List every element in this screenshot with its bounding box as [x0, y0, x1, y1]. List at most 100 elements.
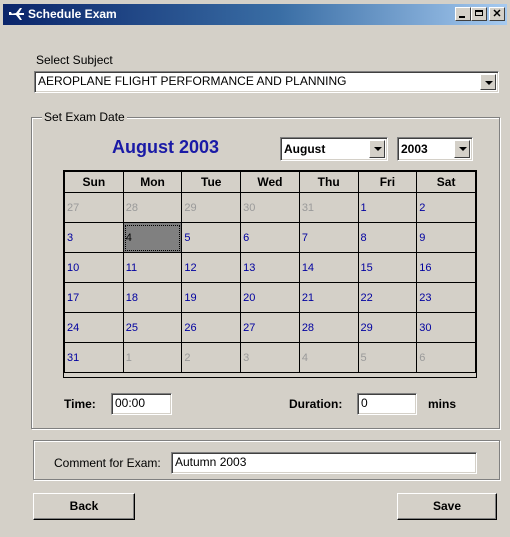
airplane-icon [9, 8, 24, 20]
calendar-day-cell[interactable]: 17 [64, 282, 124, 313]
calendar-week-row: 17 18 19 20 21 22 23 [64, 282, 476, 313]
calendar-day-cell[interactable]: 6 [240, 222, 300, 253]
calendar-day-number: 2 [419, 201, 426, 214]
calendar-day-cell[interactable]: 24 [64, 312, 124, 343]
weekday-header: Sun [64, 171, 124, 193]
calendar-day-number: 5 [184, 231, 191, 244]
calendar-day-cell[interactable]: 30 [240, 192, 300, 223]
calendar-day-cell[interactable]: 28 [298, 312, 359, 343]
subject-label: Select Subject [36, 53, 113, 67]
year-select[interactable]: 2003 [397, 137, 473, 161]
calendar-day-cell[interactable]: 30 [416, 312, 476, 343]
calendar-day-cell[interactable]: 1 [357, 192, 418, 223]
comment-label: Comment for Exam: [54, 456, 161, 470]
calendar-day-number: 2 [184, 351, 191, 364]
calendar-day-cell[interactable]: 8 [357, 222, 418, 253]
calendar-day-cell[interactable]: 3 [240, 342, 300, 373]
calendar-day-cell[interactable]: 25 [122, 312, 183, 343]
calendar-day-number: 15 [360, 261, 373, 274]
calendar-day-number: 18 [125, 291, 138, 304]
calendar-day-cell[interactable]: 7 [298, 222, 359, 253]
calendar-day-number: 26 [184, 321, 197, 334]
calendar-day-number: 20 [243, 291, 256, 304]
calendar-day-cell[interactable]: 15 [357, 252, 418, 283]
calendar-heading: August 2003 [112, 137, 220, 157]
calendar-day-number: 28 [301, 321, 315, 334]
minimize-icon [459, 16, 465, 18]
subject-dropdown[interactable]: AEROPLANE FLIGHT PERFORMANCE AND PLANNIN… [34, 71, 499, 93]
calendar-day-cell[interactable]: 20 [240, 282, 300, 313]
calendar-day-number: 12 [184, 261, 197, 274]
close-button[interactable]: ✕ [489, 7, 505, 21]
calendar-day-cell[interactable]: 10 [64, 252, 124, 283]
calendar-day-cell[interactable]: 22 [357, 282, 418, 313]
back-button[interactable]: Back [33, 493, 135, 520]
calendar-day-cell[interactable]: 29 [181, 192, 242, 223]
calendar-day-number: 13 [243, 261, 256, 274]
calendar-day-number: 14 [301, 261, 315, 274]
calendar-grid: Sun Mon Tue Wed Thu Fri Sat 27 28 29 30 … [63, 170, 477, 378]
calendar-day-cell[interactable]: 5 [181, 222, 242, 253]
calendar-table: Sun Mon Tue Wed Thu Fri Sat 27 28 29 30 … [64, 171, 476, 373]
calendar-day-number: 31 [301, 201, 315, 214]
calendar-day-cell[interactable]: 1 [122, 342, 183, 373]
calendar-day-number: 11 [125, 261, 138, 274]
calendar-day-number: 9 [419, 231, 426, 244]
calendar-day-number: 31 [67, 351, 80, 364]
month-select[interactable]: August [280, 137, 388, 161]
weekday-header: Tue [181, 171, 242, 193]
calendar-day-cell[interactable]: 31 [64, 342, 124, 373]
chevron-down-icon[interactable] [369, 140, 385, 158]
calendar-week-row: 31 1 2 3 4 5 6 [64, 342, 476, 373]
calendar-week-row: 3 4 5 6 7 8 9 [64, 222, 476, 253]
title-bar[interactable]: Schedule Exam ✕ [3, 4, 507, 25]
calendar-day-number: 22 [360, 291, 373, 304]
calendar-day-number: 21 [301, 291, 315, 304]
calendar-day-cell[interactable]: 4 [298, 342, 359, 373]
calendar-day-cell[interactable]: 26 [181, 312, 242, 343]
calendar-day-cell[interactable]: 14 [298, 252, 359, 283]
month-select-value: August [284, 142, 326, 156]
maximize-button[interactable] [471, 7, 487, 21]
calendar-day-number: 29 [184, 201, 197, 214]
calendar-day-cell-selected[interactable]: 4 [122, 222, 183, 253]
calendar-day-cell[interactable]: 6 [416, 342, 476, 373]
weekday-header: Thu [298, 171, 359, 193]
calendar-day-cell[interactable]: 9 [416, 222, 476, 253]
calendar-day-number: 6 [419, 351, 426, 364]
calendar-day-cell[interactable]: 28 [122, 192, 183, 223]
save-button[interactable]: Save [397, 493, 497, 520]
calendar-day-cell[interactable]: 29 [357, 312, 418, 343]
calendar-day-number: 24 [67, 321, 80, 334]
calendar-day-cell[interactable]: 23 [416, 282, 476, 313]
comment-input[interactable]: Autumn 2003 [171, 452, 477, 474]
calendar-day-number: 4 [301, 351, 308, 364]
time-input[interactable]: 00:00 [111, 393, 172, 415]
minimize-button[interactable] [455, 7, 471, 21]
calendar-day-cell[interactable]: 27 [240, 312, 300, 343]
calendar-day-cell[interactable]: 19 [181, 282, 242, 313]
chevron-down-icon[interactable] [454, 140, 470, 158]
calendar-week-row: 24 25 26 27 28 29 30 [64, 312, 476, 343]
calendar-day-cell[interactable]: 2 [416, 192, 476, 223]
chevron-down-icon[interactable] [480, 74, 496, 90]
calendar-day-cell[interactable]: 3 [64, 222, 124, 253]
calendar-day-cell[interactable]: 18 [122, 282, 183, 313]
calendar-day-cell[interactable]: 31 [298, 192, 359, 223]
calendar-day-cell[interactable]: 16 [416, 252, 476, 283]
calendar-day-cell[interactable]: 5 [357, 342, 418, 373]
calendar-day-cell[interactable]: 21 [298, 282, 359, 313]
calendar-day-cell[interactable]: 27 [64, 192, 124, 223]
maximize-icon [475, 10, 483, 16]
weekday-header-row: Sun Mon Tue Wed Thu Fri Sat [64, 171, 476, 193]
calendar-day-cell[interactable]: 2 [181, 342, 242, 373]
weekday-header: Sat [416, 171, 476, 193]
duration-value: 0 [361, 396, 368, 410]
duration-input[interactable]: 0 [357, 393, 417, 415]
calendar-day-cell[interactable]: 13 [240, 252, 300, 283]
calendar-day-number: 1 [360, 201, 367, 214]
calendar-day-cell[interactable]: 11 [122, 252, 183, 283]
calendar-day-number: 5 [360, 351, 367, 364]
calendar-day-cell[interactable]: 12 [181, 252, 242, 283]
schedule-exam-window: Schedule Exam ✕ Select Subject AEROPLANE… [0, 0, 510, 537]
